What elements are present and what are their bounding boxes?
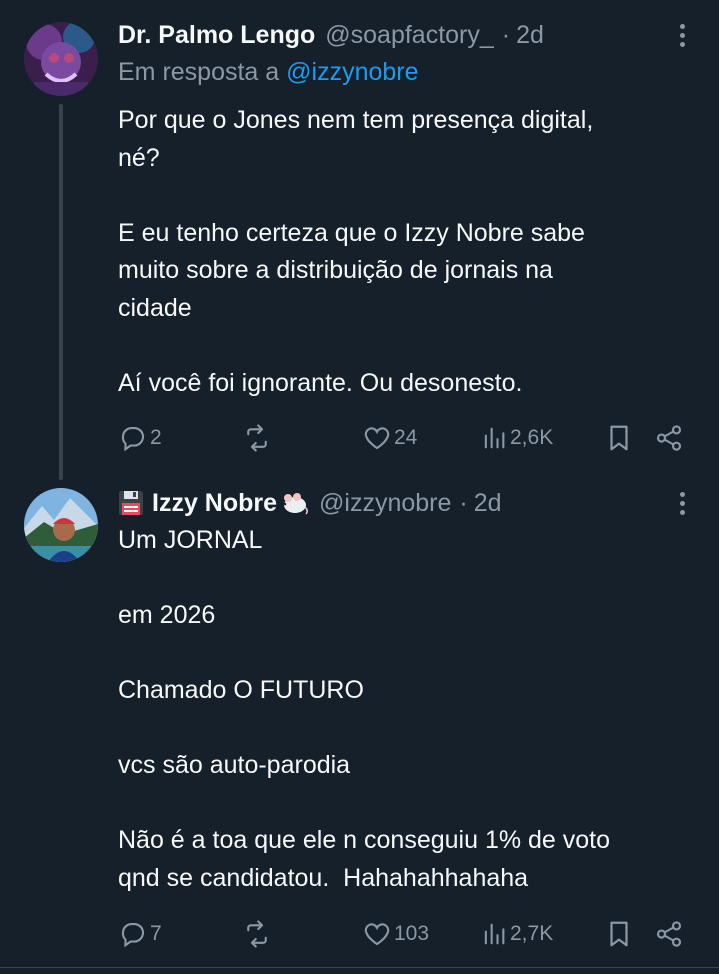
bookmark-button[interactable] <box>604 418 634 458</box>
author-name[interactable]: Izzy Nobre <box>152 489 277 518</box>
divider <box>0 967 719 968</box>
views-button[interactable]: 2,7K <box>480 914 553 954</box>
tweet-2[interactable]: Izzy Nobre @izzynobre · 2d Um JORNAL em … <box>0 480 719 974</box>
views-icon <box>484 427 505 449</box>
avatar[interactable] <box>24 22 98 96</box>
tweet-header: Dr. Palmo Lengo @soapfactory_ · 2d <box>118 18 544 52</box>
separator: · <box>501 20 511 49</box>
like-button[interactable]: 103 <box>362 914 429 954</box>
reply-count: 7 <box>150 922 162 945</box>
timestamp[interactable]: 2d <box>474 489 502 518</box>
retweet-button[interactable] <box>242 914 274 954</box>
reply-button[interactable]: 2 <box>118 418 162 458</box>
tweet-header: Izzy Nobre @izzynobre · 2d <box>118 486 502 520</box>
avatar[interactable] <box>24 488 98 562</box>
like-button[interactable]: 24 <box>362 418 417 458</box>
heart-icon <box>364 427 390 450</box>
tweet-text: Um JORNAL em 2026 Chamado O FUTURO vcs s… <box>118 526 611 892</box>
share-button[interactable] <box>654 418 684 458</box>
retweet-icon <box>247 424 267 452</box>
heart-icon <box>364 923 390 946</box>
views-button[interactable]: 2,6K <box>480 418 553 458</box>
author-name[interactable]: Dr. Palmo Lengo <box>118 21 315 50</box>
reply-handle-link[interactable]: @izzynobre <box>286 58 418 86</box>
floppy-disk-icon <box>118 490 144 516</box>
like-count: 24 <box>394 426 418 449</box>
more-icon[interactable] <box>669 490 695 516</box>
share-icon <box>656 425 682 451</box>
reply-button[interactable]: 7 <box>118 914 162 954</box>
views-icon <box>484 923 505 945</box>
reply-context: Em resposta a @izzynobre <box>118 58 419 87</box>
reply-count: 2 <box>150 426 162 449</box>
views-count: 2,7K <box>510 922 554 945</box>
mouse-icon <box>279 491 309 515</box>
like-count: 103 <box>394 922 430 945</box>
author-handle[interactable]: @izzynobre <box>319 489 451 518</box>
timestamp[interactable]: 2d <box>516 21 544 50</box>
action-bar: 7 103 2,7K <box>118 914 688 954</box>
share-button[interactable] <box>654 914 684 954</box>
bookmark-button[interactable] <box>604 914 634 954</box>
tweet-1[interactable]: Dr. Palmo Lengo @soapfactory_ · 2d Em re… <box>0 0 719 480</box>
bookmark-icon <box>610 921 628 947</box>
thread-line <box>59 104 63 480</box>
action-bar: 2 24 2,6K <box>118 418 688 458</box>
tweet-text: Por que o Jones nem tem presença digital… <box>118 106 594 397</box>
more-icon[interactable] <box>669 22 695 48</box>
reply-prefix: Em resposta a <box>118 58 280 86</box>
retweet-button[interactable] <box>242 418 274 458</box>
views-count: 2,6K <box>510 426 554 449</box>
share-icon <box>656 921 682 947</box>
author-handle[interactable]: @soapfactory_ <box>325 21 494 50</box>
reply-icon <box>121 922 145 948</box>
retweet-icon <box>247 920 267 948</box>
separator: · <box>459 488 468 517</box>
reply-icon <box>121 426 145 452</box>
bookmark-icon <box>610 425 628 451</box>
